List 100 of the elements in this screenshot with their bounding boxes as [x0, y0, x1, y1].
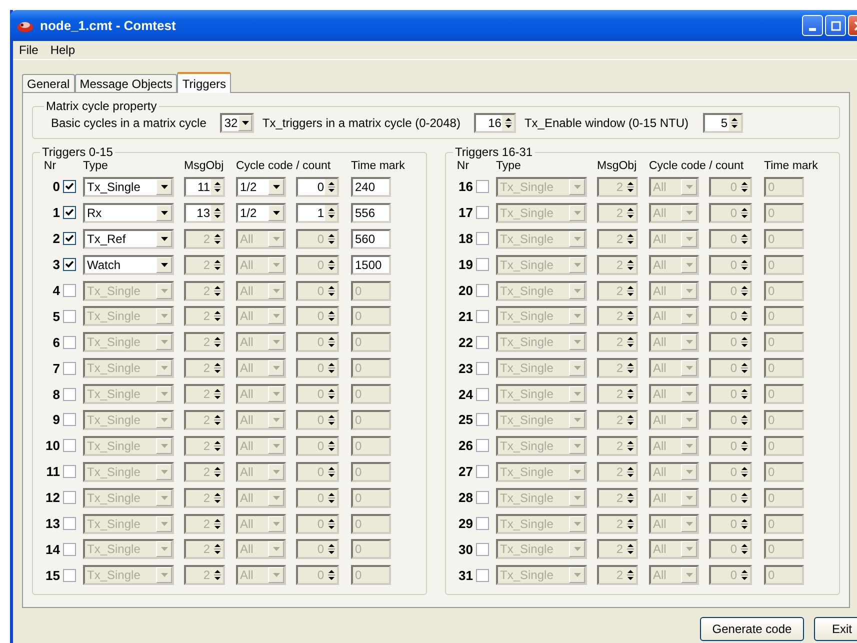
cycle-code-dropdown[interactable]: All: [649, 306, 699, 326]
count-spinner[interactable]: 0: [296, 384, 339, 404]
trigger-checkbox[interactable]: [63, 284, 76, 297]
time-mark-field[interactable]: 0: [764, 462, 804, 482]
dialog-button[interactable]: Exit: [814, 617, 857, 641]
type-dropdown[interactable]: Tx_Single: [496, 254, 587, 275]
time-mark-field[interactable]: 0: [764, 488, 804, 508]
cycle-code-dropdown[interactable]: All: [649, 280, 699, 300]
time-mark-field[interactable]: 0: [351, 488, 391, 508]
type-dropdown[interactable]: Tx_Single: [83, 410, 174, 430]
type-dropdown[interactable]: Tx_Single: [83, 384, 174, 404]
count-spinner[interactable]: 0: [296, 462, 339, 482]
time-mark-field[interactable]: 0: [764, 202, 804, 223]
time-mark-field[interactable]: 0: [351, 332, 391, 352]
time-mark-field[interactable]: 560: [351, 228, 391, 249]
time-mark-field[interactable]: 0: [764, 436, 804, 456]
trigger-checkbox[interactable]: [476, 568, 489, 582]
type-dropdown[interactable]: Tx_Single: [496, 436, 587, 456]
time-mark-field[interactable]: 0: [351, 539, 391, 560]
cycle-code-dropdown[interactable]: All: [649, 436, 699, 456]
cycle-code-dropdown[interactable]: All: [649, 228, 699, 249]
type-dropdown[interactable]: Tx_Single: [83, 306, 174, 326]
time-mark-field[interactable]: 1500: [351, 254, 391, 275]
cycle-code-dropdown[interactable]: All: [236, 306, 286, 326]
minimize-button[interactable]: [802, 15, 823, 36]
cycle-code-dropdown[interactable]: All: [649, 488, 699, 508]
time-mark-field[interactable]: 0: [764, 410, 804, 430]
trigger-checkbox[interactable]: [476, 206, 489, 220]
type-dropdown[interactable]: Tx_Single: [83, 539, 174, 560]
trigger-checkbox[interactable]: [476, 491, 489, 504]
trigger-checkbox[interactable]: [63, 336, 76, 349]
cycle-code-dropdown[interactable]: All: [236, 332, 286, 352]
trigger-checkbox[interactable]: [476, 413, 489, 426]
trigger-checkbox[interactable]: [476, 180, 489, 194]
count-spinner[interactable]: 0: [709, 228, 752, 249]
time-mark-field[interactable]: 556: [351, 202, 391, 223]
type-dropdown[interactable]: Tx_Single: [496, 565, 587, 586]
count-spinner[interactable]: 0: [709, 280, 752, 300]
trigger-checkbox[interactable]: [63, 542, 76, 556]
type-dropdown[interactable]: Tx_Single: [496, 202, 587, 223]
trigger-checkbox[interactable]: [63, 180, 76, 194]
time-mark-field[interactable]: 0: [764, 539, 804, 560]
trigger-checkbox[interactable]: [63, 568, 76, 582]
count-spinner[interactable]: 0: [296, 539, 339, 560]
time-mark-field[interactable]: 0: [764, 254, 804, 275]
count-spinner[interactable]: 0: [709, 176, 752, 197]
count-spinner[interactable]: 0: [709, 254, 752, 275]
time-mark-field[interactable]: 0: [351, 306, 391, 326]
type-dropdown[interactable]: Tx_Single: [496, 228, 587, 249]
tab[interactable]: Message Objects: [74, 74, 178, 92]
trigger-checkbox[interactable]: [476, 362, 489, 375]
time-mark-field[interactable]: 0: [764, 358, 804, 378]
time-mark-field[interactable]: 0: [764, 306, 804, 326]
count-spinner[interactable]: 0: [709, 358, 752, 378]
time-mark-field[interactable]: 0: [351, 462, 391, 482]
trigger-checkbox[interactable]: [476, 465, 489, 478]
trigger-checkbox[interactable]: [63, 232, 76, 246]
cycle-code-dropdown[interactable]: All: [236, 514, 286, 534]
tab[interactable]: Triggers: [177, 72, 231, 93]
count-spinner[interactable]: 0: [296, 358, 339, 378]
time-mark-field[interactable]: 0: [764, 332, 804, 352]
menu-item[interactable]: Help: [49, 43, 76, 57]
cycle-code-dropdown[interactable]: All: [236, 539, 286, 560]
count-spinner[interactable]: 0: [296, 254, 339, 275]
trigger-checkbox[interactable]: [476, 232, 489, 246]
trigger-checkbox[interactable]: [63, 258, 76, 272]
spin-arrows-icon[interactable]: [504, 115, 512, 131]
type-dropdown[interactable]: Tx_Single: [83, 332, 174, 352]
trigger-checkbox[interactable]: [63, 439, 76, 452]
time-mark-field[interactable]: 0: [351, 384, 391, 404]
type-dropdown[interactable]: Tx_Single: [83, 514, 174, 534]
cycle-code-dropdown[interactable]: All: [649, 358, 699, 378]
trigger-checkbox[interactable]: [476, 439, 489, 452]
count-spinner[interactable]: 0: [296, 280, 339, 300]
maximize-button[interactable]: [825, 15, 846, 36]
cycle-code-dropdown[interactable]: All: [236, 254, 286, 275]
time-mark-field[interactable]: 0: [764, 565, 804, 586]
trigger-checkbox[interactable]: [476, 310, 489, 323]
count-spinner[interactable]: 0: [709, 514, 752, 534]
cycle-code-dropdown[interactable]: All: [649, 410, 699, 430]
count-spinner[interactable]: 0: [709, 436, 752, 456]
time-mark-field[interactable]: 0: [351, 410, 391, 430]
type-dropdown[interactable]: Tx_Single: [83, 565, 174, 586]
cycles-dropdown[interactable]: 32: [220, 113, 254, 133]
cycle-code-dropdown[interactable]: All: [649, 539, 699, 560]
time-mark-field[interactable]: 0: [351, 280, 391, 300]
time-mark-field[interactable]: 0: [764, 228, 804, 249]
time-mark-field[interactable]: 0: [764, 176, 804, 197]
trigger-checkbox[interactable]: [476, 517, 489, 530]
cycle-code-dropdown[interactable]: All: [649, 202, 699, 223]
count-spinner[interactable]: 0: [709, 384, 752, 404]
count-spinner[interactable]: 0: [709, 565, 752, 586]
trigger-checkbox[interactable]: [63, 465, 76, 478]
type-dropdown[interactable]: Tx_Single: [496, 539, 587, 560]
count-spinner[interactable]: 0: [296, 436, 339, 456]
cycle-code-dropdown[interactable]: All: [236, 384, 286, 404]
count-spinner[interactable]: 0: [296, 565, 339, 586]
trigger-checkbox[interactable]: [63, 362, 76, 375]
cycle-code-dropdown[interactable]: All: [649, 254, 699, 275]
time-mark-field[interactable]: 0: [764, 384, 804, 404]
